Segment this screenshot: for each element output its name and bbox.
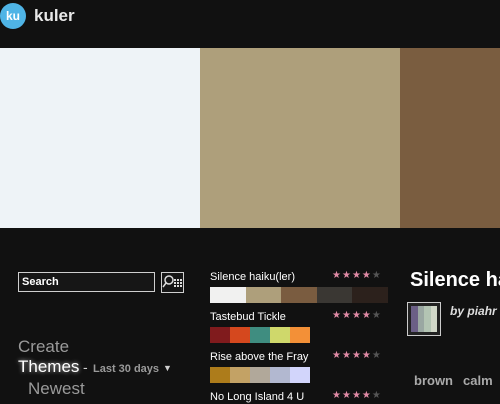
star-icon[interactable]: ★ [342, 270, 352, 281]
rating-stars[interactable]: ★★★★★ [332, 270, 382, 281]
color-swatch [270, 327, 290, 343]
search-input[interactable] [18, 272, 155, 292]
theme-list-item[interactable]: Silence haiku(ler) ★★★★★ [210, 270, 388, 303]
star-icon[interactable]: ★ [372, 270, 382, 281]
color-swatch [245, 287, 282, 303]
color-swatch [281, 287, 317, 303]
rating-stars[interactable]: ★★★★★ [332, 350, 382, 361]
star-icon[interactable]: ★ [332, 310, 342, 321]
theme-list-item[interactable]: Tastebud Tickle ★★★★★ [210, 310, 388, 343]
star-icon[interactable]: ★ [352, 270, 362, 281]
theme-color-strip[interactable] [210, 367, 388, 383]
app-header: ku kuler [0, 0, 500, 48]
preview-swatch-2 [200, 48, 400, 228]
color-swatch [270, 367, 290, 383]
nav-themes[interactable]: Themes [18, 357, 79, 377]
nav-create[interactable]: Create [18, 337, 69, 357]
theme-preview-swatches [0, 48, 500, 228]
theme-author-line: by piahr [450, 304, 497, 318]
color-swatch [352, 287, 388, 303]
color-swatch [290, 367, 310, 383]
star-icon[interactable]: ★ [332, 390, 342, 401]
star-icon[interactable]: ★ [342, 350, 352, 361]
star-icon[interactable]: ★ [372, 390, 382, 401]
kuler-logo[interactable]: ku [0, 3, 26, 29]
tag-brown[interactable]: brown [414, 373, 453, 388]
by-label: by [450, 304, 465, 318]
theme-thumbnail[interactable] [407, 302, 441, 336]
star-icon[interactable]: ★ [352, 310, 362, 321]
time-filter-dropdown[interactable]: Last 30 days [93, 363, 159, 375]
search-button[interactable] [161, 272, 184, 293]
search-grid-icon [162, 275, 182, 288]
nav-newest[interactable]: Newest [28, 379, 85, 399]
star-icon[interactable]: ★ [352, 390, 362, 401]
star-icon[interactable]: ★ [372, 350, 382, 361]
theme-list-item[interactable]: Rise above the Fray ★★★★★ [210, 350, 388, 383]
color-swatch [210, 327, 230, 343]
author-link[interactable]: piahr [467, 304, 496, 318]
tag-calm[interactable]: calm [463, 373, 493, 388]
star-icon[interactable]: ★ [342, 310, 352, 321]
preview-swatch-1 [0, 48, 200, 228]
star-icon[interactable]: ★ [342, 390, 352, 401]
theme-color-strip[interactable] [210, 287, 388, 303]
color-swatch [250, 367, 270, 383]
star-icon[interactable]: ★ [332, 270, 342, 281]
color-swatch [250, 327, 270, 343]
color-swatch [290, 327, 310, 343]
thumbnail-swatch [430, 306, 437, 332]
color-swatch [210, 287, 246, 303]
color-swatch [230, 327, 250, 343]
rating-stars[interactable]: ★★★★★ [332, 390, 382, 401]
color-swatch [316, 287, 353, 303]
star-icon[interactable]: ★ [362, 310, 372, 321]
star-icon[interactable]: ★ [352, 350, 362, 361]
star-icon[interactable]: ★ [362, 270, 372, 281]
rating-stars[interactable]: ★★★★★ [332, 310, 382, 321]
theme-detail-title: Silence haiku(ler) [410, 269, 500, 291]
star-icon[interactable]: ★ [332, 350, 342, 361]
theme-color-strip[interactable] [210, 327, 388, 343]
star-icon[interactable]: ★ [372, 310, 382, 321]
theme-list-item[interactable]: No Long Island 4 U ★★★★★ [210, 390, 388, 404]
star-icon[interactable]: ★ [362, 350, 372, 361]
app-title[interactable]: kuler [34, 6, 75, 26]
color-swatch [210, 367, 230, 383]
chevron-down-icon[interactable]: ▼ [163, 363, 172, 373]
color-swatch [230, 367, 250, 383]
nav-separator: - [83, 359, 88, 375]
preview-swatch-3 [400, 48, 500, 228]
star-icon[interactable]: ★ [362, 390, 372, 401]
